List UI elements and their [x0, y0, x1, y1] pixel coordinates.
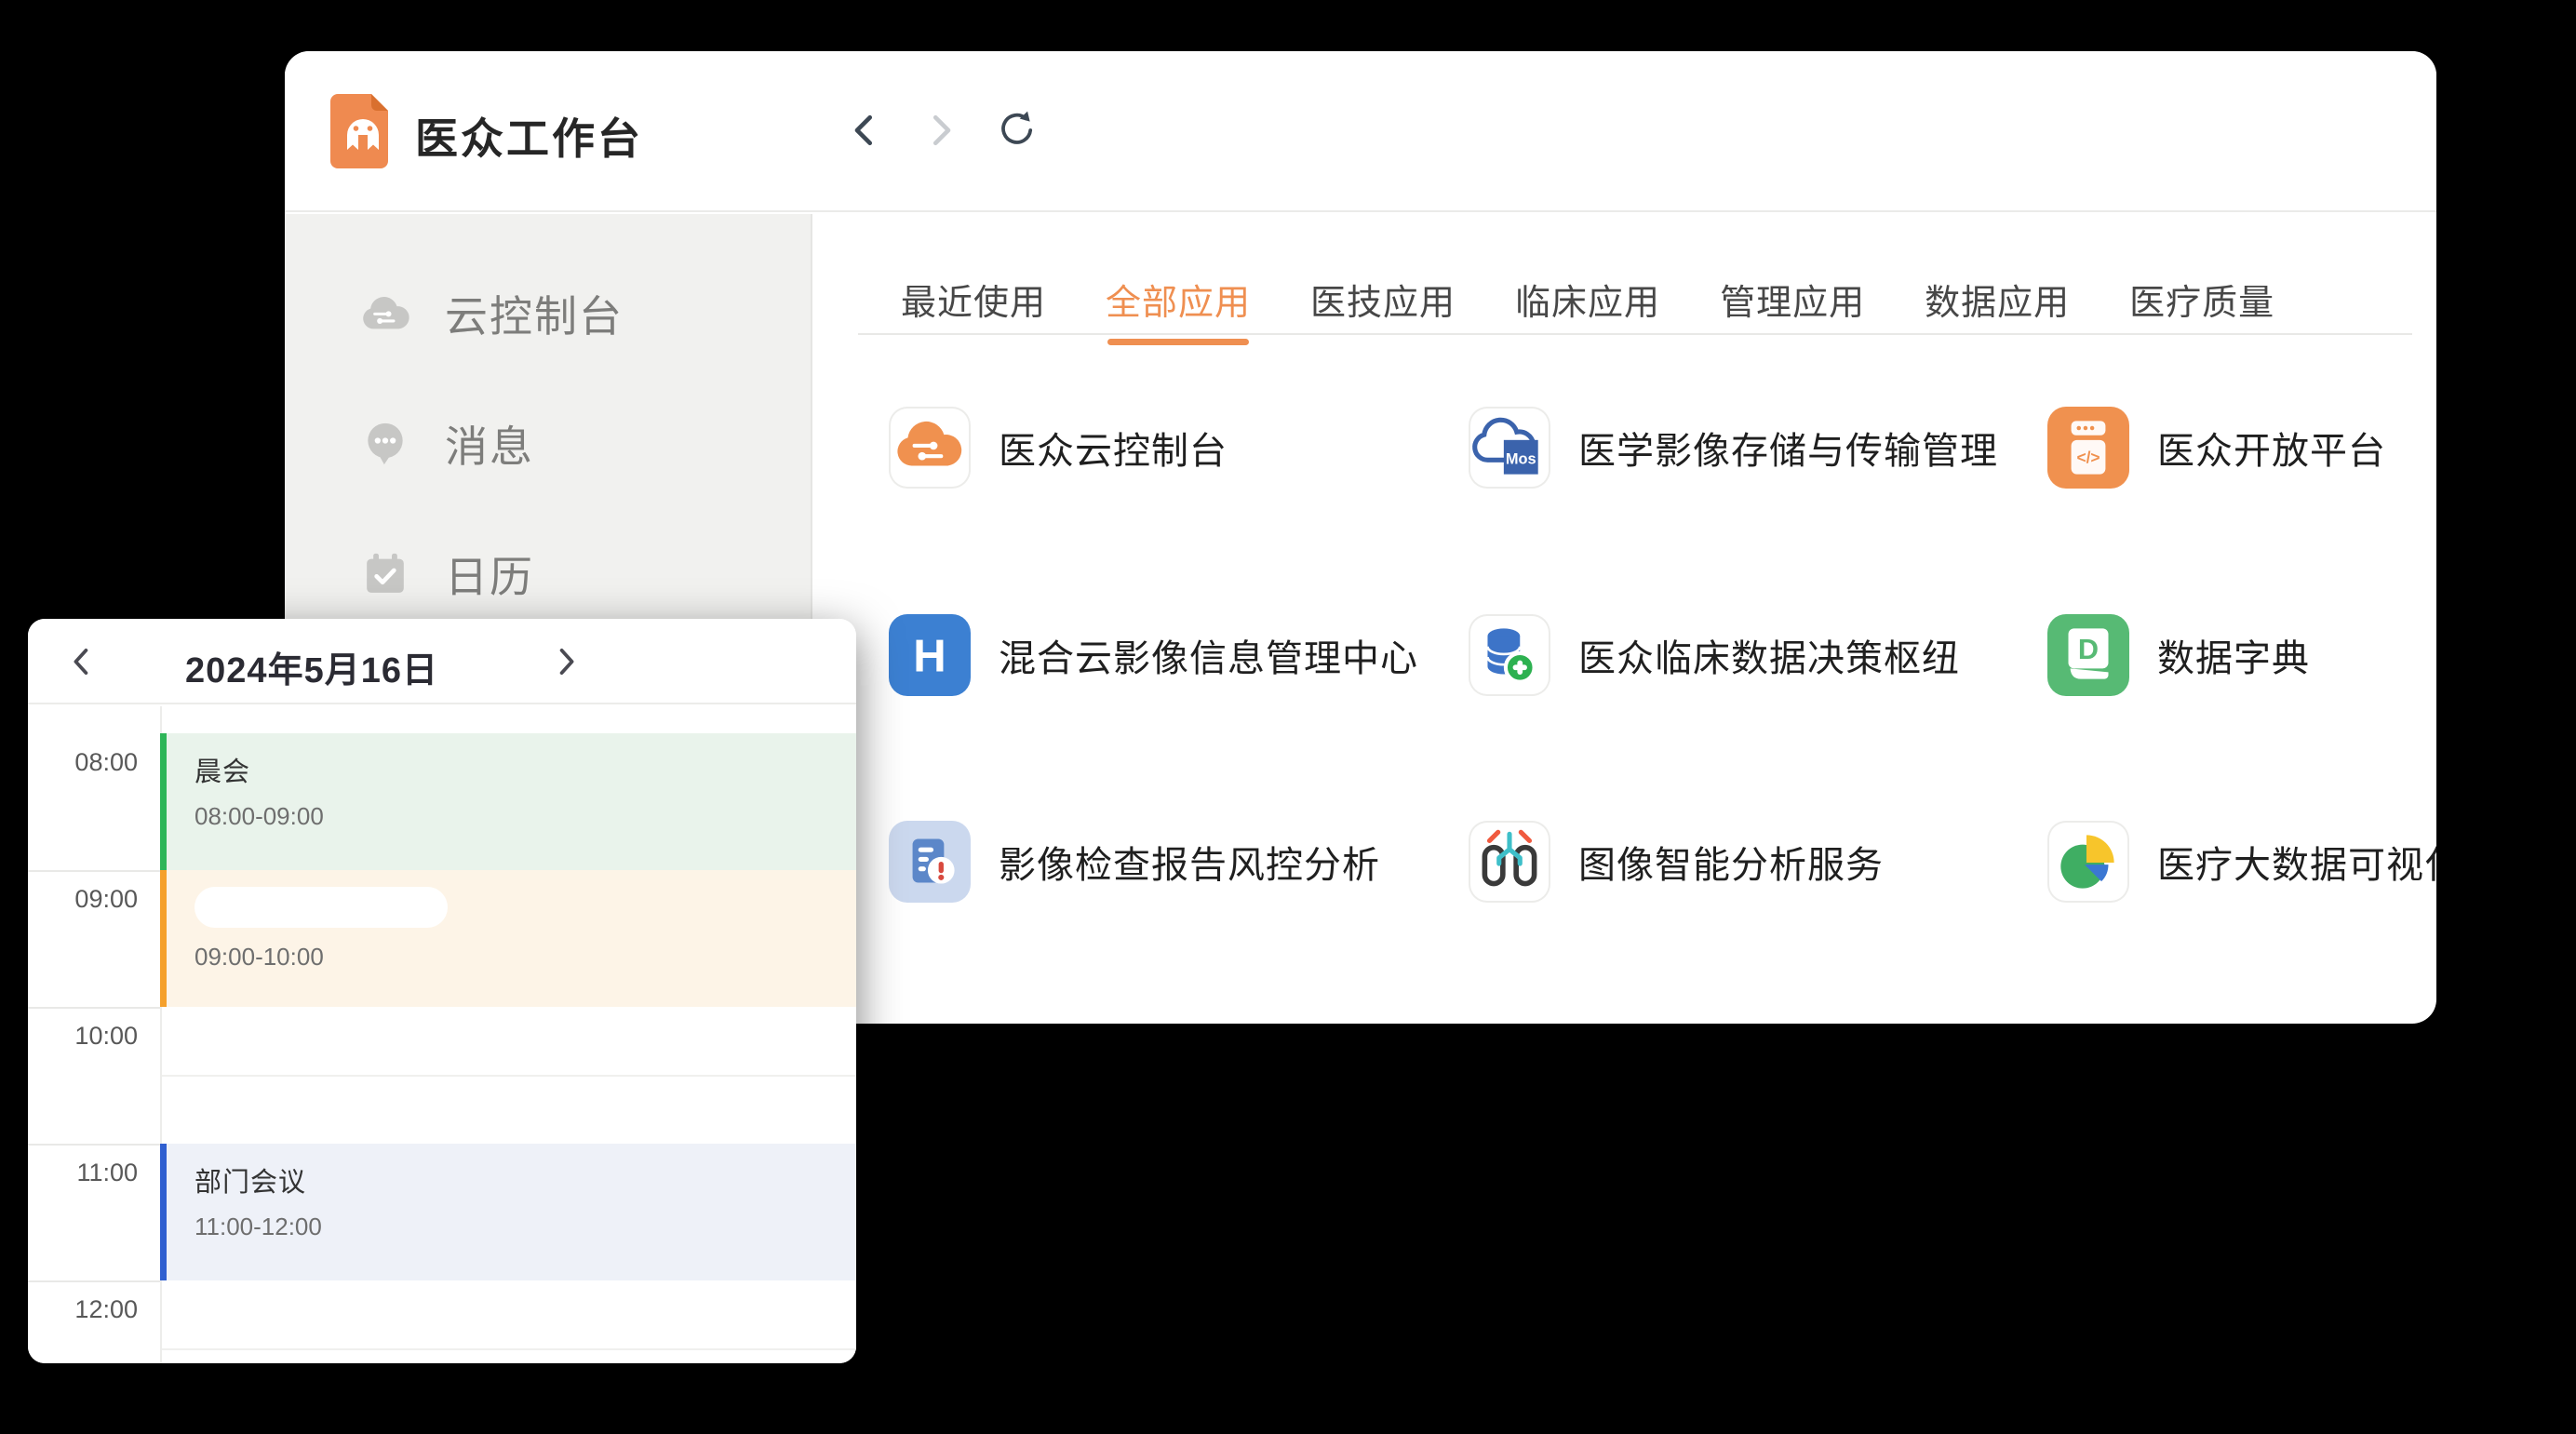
sidebar-item-calendar[interactable]: 日历	[359, 544, 534, 604]
half-hour-line	[162, 1075, 856, 1077]
svg-text:Mos: Mos	[1506, 450, 1536, 467]
app-label: 医众开放平台	[2157, 421, 2386, 475]
event-time: 09:00-10:00	[195, 943, 856, 972]
app-label: 医学影像存储与传输管理	[1578, 421, 1998, 475]
event-redacted[interactable]: 09:00-10:00	[160, 870, 856, 1007]
app-category-tabs: 最近使用 全部应用 医技应用 临床应用 管理应用 数据应用 医疗质量	[901, 274, 2274, 345]
calendar-prev-day-button[interactable]	[61, 641, 102, 682]
app-item-cloud-console[interactable]: 医众云控制台	[889, 407, 1228, 489]
hour-line	[28, 870, 160, 872]
database-plus-icon	[1469, 614, 1550, 696]
app-label: 医疗大数据可视化	[2157, 835, 2436, 889]
tab-medtech-apps[interactable]: 医技应用	[1310, 274, 1456, 345]
calendar-panel: 2024年5月16日 08:00 09:00 10:00 11:00 12:00…	[28, 619, 856, 1363]
app-item-hybrid-cloud-center[interactable]: H 混合云影像信息管理中心	[889, 614, 1418, 696]
app-label: 医众云控制台	[999, 421, 1228, 475]
back-button[interactable]	[843, 109, 886, 152]
event-title: 部门会议	[195, 1160, 856, 1199]
hour-line	[28, 1007, 160, 1009]
app-logo-icon	[329, 92, 397, 170]
app-item-imaging-storage[interactable]: Mos 医学影像存储与传输管理	[1469, 407, 1998, 489]
app-label: 医众临床数据决策枢纽	[1578, 628, 1960, 682]
lungs-icon	[1469, 821, 1550, 903]
app-item-image-ai-analysis[interactable]: 图像智能分析服务	[1469, 821, 1884, 903]
h-letter-icon: H	[889, 614, 971, 696]
calendar-header: 2024年5月16日	[28, 619, 856, 704]
cloud-mos-icon: Mos	[1469, 407, 1550, 489]
event-department-meeting[interactable]: 部门会议 11:00-12:00	[160, 1144, 856, 1280]
event-time: 08:00-09:00	[195, 802, 856, 831]
calendar-day-grid: 08:00 09:00 10:00 11:00 12:00 晨会 08:00-0…	[28, 706, 856, 1363]
event-time: 11:00-12:00	[195, 1213, 856, 1241]
time-label: 10:00	[28, 1022, 138, 1051]
calendar-date-title: 2024年5月16日	[149, 641, 475, 692]
window-header: 医众工作台	[285, 51, 2436, 212]
app-label: 数据字典	[2157, 628, 2310, 682]
active-tab-indicator	[1107, 339, 1249, 345]
report-alert-icon	[889, 821, 971, 903]
app-title: 医众工作台	[415, 105, 643, 167]
time-label: 11:00	[28, 1159, 138, 1187]
event-morning-meeting[interactable]: 晨会 08:00-09:00	[160, 733, 856, 870]
calendar-next-day-button[interactable]	[545, 641, 586, 682]
hour-line	[28, 1280, 160, 1282]
svg-text:H: H	[913, 631, 946, 681]
sidebar-item-cloud-console[interactable]: 云控制台	[359, 284, 624, 343]
refresh-button[interactable]	[994, 109, 1037, 152]
calendar-check-icon	[359, 548, 411, 600]
tab-label: 全部应用	[1106, 284, 1251, 323]
tab-clinical-apps[interactable]: 临床应用	[1515, 274, 1660, 345]
tab-data-apps[interactable]: 数据应用	[1925, 274, 2070, 345]
sidebar-item-label: 消息	[445, 413, 534, 475]
svg-text:D: D	[2078, 633, 2099, 665]
time-label: 09:00	[28, 885, 138, 914]
app-item-clinical-data-hub[interactable]: 医众临床数据决策枢纽	[1469, 614, 1960, 696]
redacted-event-title-pill	[195, 887, 448, 928]
tab-recent[interactable]: 最近使用	[901, 274, 1046, 345]
app-item-open-platform[interactable]: </> 医众开放平台	[2047, 407, 2386, 489]
open-platform-icon: </>	[2047, 407, 2129, 489]
tab-admin-apps[interactable]: 管理应用	[1720, 274, 1865, 345]
sidebar-item-label: 云控制台	[445, 283, 624, 344]
cloud-settings-icon	[359, 288, 411, 340]
app-label: 影像检查报告风控分析	[999, 835, 1380, 889]
desktop-background: 医众工作台 云控制台	[0, 0, 2576, 1434]
app-item-report-risk-analysis[interactable]: 影像检查报告风控分析	[889, 821, 1380, 903]
event-title: 晨会	[195, 750, 856, 789]
cloud-console-icon	[889, 407, 971, 489]
pie-chart-icon	[2047, 821, 2129, 903]
svg-text:</>: </>	[2076, 448, 2100, 466]
sidebar-item-messages[interactable]: 消息	[359, 414, 534, 474]
app-item-bigdata-visualization[interactable]: 医疗大数据可视化	[2047, 821, 2436, 903]
app-item-data-dictionary[interactable]: D 数据字典	[2047, 614, 2310, 696]
half-hour-line	[162, 1348, 856, 1350]
chat-bubble-icon	[359, 418, 411, 470]
sidebar-item-label: 日历	[445, 543, 534, 605]
hour-line	[28, 1144, 160, 1146]
time-label: 08:00	[28, 748, 138, 777]
forward-button[interactable]	[919, 109, 962, 152]
dictionary-icon: D	[2047, 614, 2129, 696]
tab-all-apps[interactable]: 全部应用	[1106, 274, 1251, 345]
time-label: 12:00	[28, 1295, 138, 1324]
tab-quality[interactable]: 医疗质量	[2129, 274, 2274, 345]
app-label: 图像智能分析服务	[1578, 835, 1884, 889]
app-label: 混合云影像信息管理中心	[999, 628, 1418, 682]
